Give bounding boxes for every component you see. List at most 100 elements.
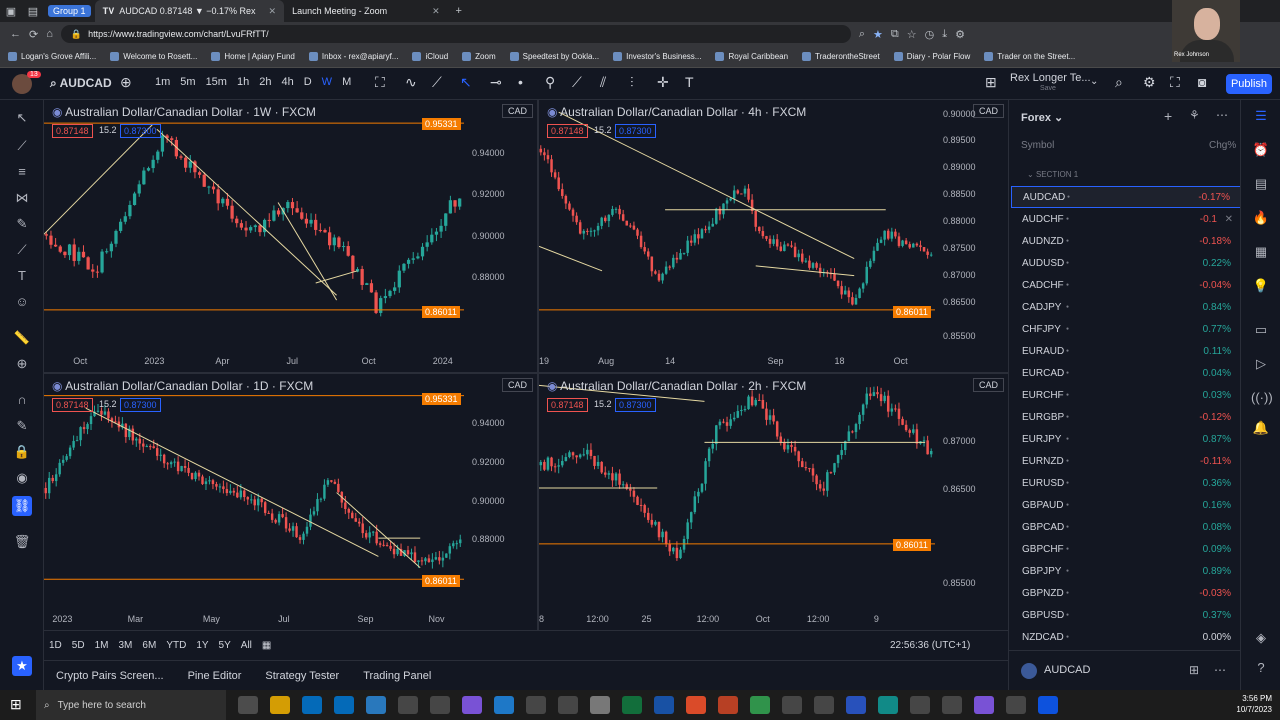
ideas-icon[interactable]: 💡 bbox=[1251, 278, 1271, 298]
calendar-icon[interactable]: ▦ bbox=[1251, 244, 1271, 264]
remove-symbol-icon[interactable]: ✕ bbox=[1225, 214, 1233, 225]
timeframe-1h[interactable]: 1h bbox=[232, 76, 254, 88]
chart-title[interactable]: ◉ Australian Dollar/Canadian Dollar · 1W… bbox=[52, 105, 316, 119]
brush-tool-icon[interactable]: ✎ bbox=[12, 214, 32, 234]
taskbar-app-icon[interactable] bbox=[878, 696, 898, 714]
currency-label[interactable]: CAD bbox=[501, 104, 533, 118]
close-tab-icon[interactable]: ✕ bbox=[269, 6, 277, 17]
watchlist-row-gbpusd[interactable]: GBPUSD ● 0.37% bbox=[1011, 604, 1241, 626]
quick-search-icon[interactable]: ⌕ bbox=[1115, 74, 1123, 91]
watchlist-row-audchf[interactable]: ✕ AUDCHF ● -0.1 bbox=[1011, 208, 1241, 230]
layers-icon[interactable]: ◈ bbox=[1251, 630, 1271, 650]
taskbar-app-icon[interactable] bbox=[398, 696, 418, 714]
bottom-panel-tab[interactable]: Strategy Tester bbox=[253, 670, 351, 682]
taskbar-app-icon[interactable] bbox=[974, 696, 994, 714]
bookmark-item[interactable]: Trader on the Street... bbox=[984, 52, 1075, 61]
taskbar-app-icon[interactable] bbox=[558, 696, 578, 714]
watchlist-row-nzdcad[interactable]: NZDCAD ● 0.00% bbox=[1011, 626, 1241, 648]
magnet-icon[interactable]: ∩ bbox=[12, 390, 32, 410]
watchlist-row-eurnzd[interactable]: EURNZD ● -0.11% bbox=[1011, 450, 1241, 472]
notifications-icon[interactable]: 🔔 bbox=[1251, 420, 1271, 440]
taskbar-app-icon[interactable] bbox=[1006, 696, 1026, 714]
ray-icon[interactable]: ⫽ bbox=[600, 74, 606, 91]
favorite-star-icon[interactable]: ★ bbox=[873, 28, 883, 41]
trend-line[interactable] bbox=[336, 492, 421, 569]
taskbar-app-icon[interactable] bbox=[910, 696, 930, 714]
currency-label[interactable]: CAD bbox=[501, 378, 533, 392]
compare-symbol-icon[interactable]: ⊕ bbox=[120, 74, 132, 91]
streams-icon[interactable]: ▷ bbox=[1251, 356, 1271, 376]
more-options-icon[interactable]: ⋯ bbox=[1214, 663, 1226, 677]
range-1D[interactable]: 1D bbox=[44, 640, 67, 651]
taskbar-app-icon[interactable] bbox=[814, 696, 834, 714]
settings-icon[interactable]: ⚙ bbox=[955, 28, 965, 41]
sell-button[interactable]: 0.87148 bbox=[52, 124, 93, 138]
chevron-down-icon[interactable]: ⌄ bbox=[1090, 76, 1098, 87]
history-icon[interactable]: ◷ bbox=[925, 28, 935, 41]
taskbar-app-icon[interactable] bbox=[238, 696, 258, 714]
bookmark-item[interactable]: TraderontheStreet bbox=[802, 52, 880, 61]
pane-divider-horizontal[interactable] bbox=[44, 372, 1008, 374]
bookmark-item[interactable]: Investor's Business... bbox=[613, 52, 701, 61]
forecast-tool-icon[interactable]: ⟋ bbox=[12, 240, 32, 260]
trend-line-tool-icon[interactable]: ⟋ bbox=[12, 136, 32, 156]
taskbar-app-icon[interactable] bbox=[686, 696, 706, 714]
trend-line[interactable] bbox=[755, 265, 855, 277]
bookmark-item[interactable]: Speedtest by Ookla... bbox=[509, 52, 599, 61]
windows-start-icon[interactable]: ⊞ bbox=[10, 696, 22, 713]
lock-drawings-icon[interactable]: ✎ bbox=[12, 416, 32, 436]
symbol-column-header[interactable]: Symbol bbox=[1021, 140, 1054, 151]
favorites-star-icon[interactable]: ★ bbox=[12, 656, 32, 676]
watchlist-row-cadjpy[interactable]: CADJPY ● 0.84% bbox=[1011, 296, 1241, 318]
home-icon[interactable]: ⌂ bbox=[46, 28, 53, 40]
trend-line[interactable] bbox=[156, 128, 337, 296]
bookmark-item[interactable]: Welcome to Rosett... bbox=[110, 52, 197, 61]
layout-name[interactable]: Rex Longer Te... bbox=[1010, 72, 1091, 84]
text-tool-icon[interactable]: T bbox=[12, 266, 32, 286]
watchlist-row-gbpjpy[interactable]: GBPJPY ● 0.89% bbox=[1011, 560, 1241, 582]
downloads-icon[interactable]: ⤓ bbox=[942, 28, 947, 41]
range-3M[interactable]: 3M bbox=[114, 640, 138, 651]
timeframe-4h[interactable]: 4h bbox=[276, 76, 298, 88]
publish-button[interactable]: Publish bbox=[1226, 74, 1272, 94]
watchlist-row-eurgbp[interactable]: EURGBP ● -0.12% bbox=[1011, 406, 1241, 428]
buy-button[interactable]: 0.87300 bbox=[615, 124, 656, 138]
chat-icon[interactable]: ▭ bbox=[1251, 322, 1271, 342]
chart-title[interactable]: ◉ Australian Dollar/Canadian Dollar · 1D… bbox=[52, 379, 313, 393]
range-5D[interactable]: 5D bbox=[67, 640, 90, 651]
timeframe-2h[interactable]: 2h bbox=[254, 76, 276, 88]
taskbar-app-icon[interactable] bbox=[494, 696, 514, 714]
taskbar-app-icon[interactable] bbox=[462, 696, 482, 714]
buy-button[interactable]: 0.87300 bbox=[615, 398, 656, 412]
chart-clock[interactable]: 22:56:36 (UTC+1) bbox=[890, 640, 970, 651]
chart-canvas[interactable] bbox=[539, 100, 1008, 372]
bottom-panel-tab[interactable]: Pine Editor bbox=[176, 670, 254, 682]
bottom-panel-tab[interactable]: Crypto Pairs Screen... bbox=[44, 670, 176, 682]
buy-button[interactable]: 0.87300 bbox=[120, 398, 161, 412]
more-options-icon[interactable]: ⋯ bbox=[1216, 108, 1228, 122]
advanced-view-icon[interactable]: ⚘ bbox=[1189, 108, 1200, 122]
chart-pane-2h[interactable]: ◉ Australian Dollar/Canadian Dollar · 2h… bbox=[539, 374, 1008, 630]
tab-list-icon[interactable]: ▤ bbox=[22, 0, 44, 22]
layout-save-label[interactable]: Save bbox=[1040, 85, 1056, 92]
favorites-icon[interactable]: ☆ bbox=[907, 28, 917, 41]
watchlist-row-eurjpy[interactable]: EURJPY ● 0.87% bbox=[1011, 428, 1241, 450]
timeframe-M[interactable]: M bbox=[337, 76, 356, 88]
watchlist-row-eurcad[interactable]: EURCAD ● 0.04% bbox=[1011, 362, 1241, 384]
taskbar-app-icon[interactable] bbox=[302, 696, 322, 714]
hotlists-icon[interactable]: 🔥 bbox=[1251, 210, 1271, 230]
chart-title[interactable]: ◉ Australian Dollar/Canadian Dollar · 2h… bbox=[547, 379, 806, 393]
watchlist-row-gbpnzd[interactable]: GBPNZD ● -0.03% bbox=[1011, 582, 1241, 604]
taskbar-app-icon[interactable] bbox=[654, 696, 674, 714]
bottom-panel-tab[interactable]: Trading Panel bbox=[351, 670, 443, 682]
trend-line[interactable] bbox=[539, 245, 603, 272]
taskbar-app-icon[interactable] bbox=[718, 696, 738, 714]
taskbar-app-icon[interactable] bbox=[1038, 696, 1058, 714]
timeframe-15m[interactable]: 15m bbox=[201, 76, 232, 88]
range-1M[interactable]: 1M bbox=[90, 640, 114, 651]
watchlist-section[interactable]: ⌄ SECTION 1 bbox=[1027, 170, 1078, 179]
vertical-line-icon[interactable]: ⫶ bbox=[630, 74, 634, 91]
bookmark-item[interactable]: Home | Apiary Fund bbox=[211, 52, 295, 61]
horizontal-line-icon[interactable]: ⊸ bbox=[490, 74, 502, 91]
zoom-in-icon[interactable]: ⊕ bbox=[12, 354, 32, 374]
